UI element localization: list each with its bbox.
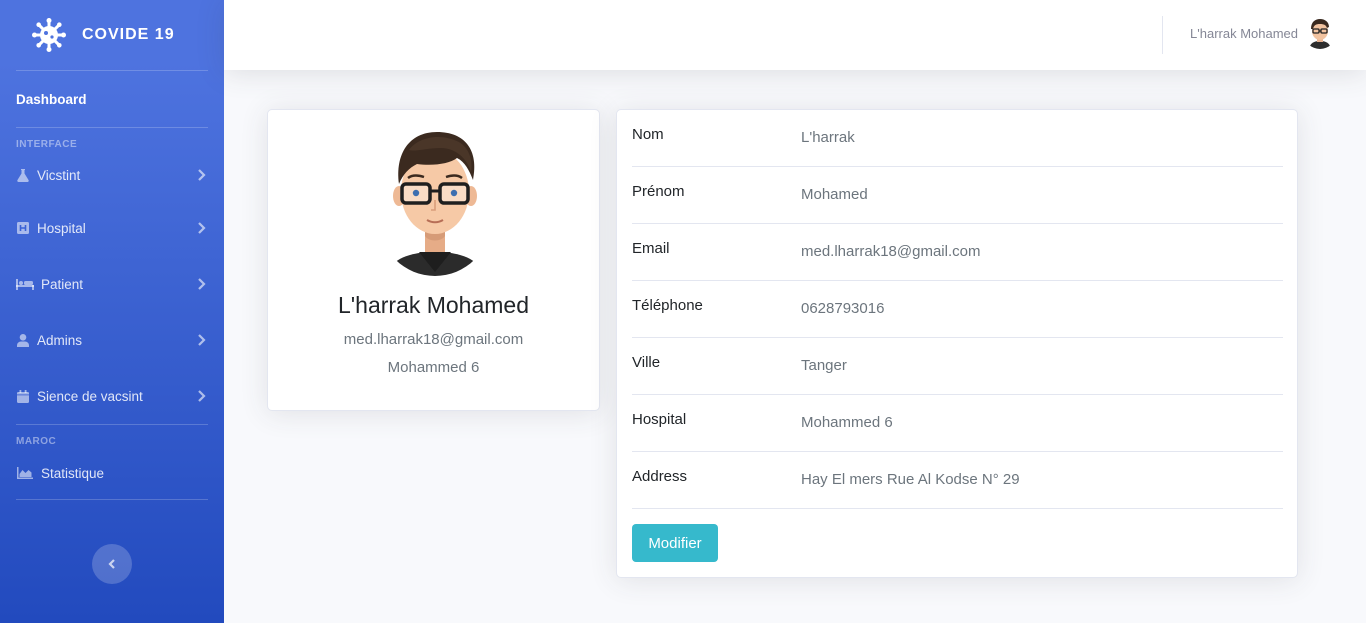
brand-name: COVIDE 19	[82, 26, 175, 43]
detail-value: Hay El mers Rue Al Kodse N° 29	[801, 471, 1020, 488]
sidebar-item-label: Sience de vacsint	[37, 388, 143, 404]
topbar-divider	[1162, 16, 1163, 54]
detail-row-email: Email med.lharrak18@gmail.com	[632, 224, 1283, 281]
sidebar-item-label: Patient	[41, 276, 84, 292]
detail-value: med.lharrak18@gmail.com	[801, 243, 981, 260]
detail-label: Nom	[632, 126, 664, 143]
profile-email: med.lharrak18@gmail.com	[343, 331, 524, 348]
detail-value: Mohammed 6	[801, 414, 893, 431]
detail-label: Prénom	[632, 183, 685, 200]
sidebar-item-sience-de-vacsint[interactable]: Sience de vacsint	[0, 368, 224, 424]
section-heading-interface: INTERFACE	[16, 139, 78, 150]
detail-row-prenom: Prénom Mohamed	[632, 167, 1283, 224]
section-heading-maroc: MAROC	[16, 436, 57, 447]
sidebar-divider	[16, 499, 208, 500]
user-icon	[16, 333, 30, 347]
details-card: Nom L'harrak Prénom Mohamed Email med.lh…	[616, 109, 1298, 578]
chevron-right-icon	[198, 390, 206, 402]
topbar: L'harrak Mohamed	[224, 0, 1366, 70]
detail-row-ville: Ville Tanger	[632, 338, 1283, 395]
brand[interactable]: COVIDE 19	[0, 0, 224, 70]
modifier-button[interactable]: Modifier	[632, 524, 718, 562]
detail-row-nom: Nom L'harrak	[632, 110, 1283, 167]
detail-label: Téléphone	[632, 297, 703, 314]
sidebar-item-vicstint[interactable]: Vicstint	[0, 150, 224, 200]
detail-row-address: Address Hay El mers Rue Al Kodse N° 29	[632, 452, 1283, 509]
hospital-icon	[16, 221, 30, 235]
topbar-user-name[interactable]: L'harrak Mohamed	[1190, 26, 1298, 41]
sidebar-item-label: Hospital	[37, 220, 86, 236]
sidebar-item-label: Statistique	[41, 465, 105, 481]
detail-label: Ville	[632, 354, 661, 371]
profile-avatar	[379, 132, 491, 276]
flask-icon	[16, 168, 30, 182]
chevron-right-icon	[198, 334, 206, 346]
sidebar-item-hospital[interactable]: Hospital	[0, 200, 224, 256]
sidebar-item-statistique[interactable]: Statistique	[0, 447, 224, 499]
avatar[interactable]	[1304, 17, 1336, 49]
calendar-icon	[16, 389, 30, 403]
detail-value: 0628793016	[801, 300, 885, 317]
sidebar-item-label: Admins	[37, 332, 83, 348]
sidebar-item-label: Vicstint	[37, 167, 81, 183]
profile-hospital: Mohammed 6	[387, 359, 480, 376]
chevron-right-icon	[198, 222, 206, 234]
detail-label: Email	[632, 240, 670, 257]
virus-icon	[32, 18, 66, 52]
chevron-left-icon	[108, 559, 115, 569]
profile-card: L'harrak Mohamed med.lharrak18@gmail.com…	[267, 109, 600, 411]
detail-row-telephone: Téléphone 0628793016	[632, 281, 1283, 338]
bed-icon	[16, 277, 34, 291]
user-avatar-icon	[1309, 19, 1331, 49]
profile-name: L'harrak Mohamed	[337, 292, 530, 318]
sidebar: COVIDE 19 Dashboard INTERFACE Vicstint H…	[0, 0, 224, 623]
detail-value: L'harrak	[801, 129, 855, 146]
sidebar-item-dashboard[interactable]: Dashboard	[0, 71, 224, 127]
chevron-right-icon	[198, 278, 206, 290]
sidebar-item-admins[interactable]: Admins	[0, 312, 224, 368]
detail-value: Mohamed	[801, 186, 868, 203]
sidebar-item-patient[interactable]: Patient	[0, 256, 224, 312]
detail-label: Hospital	[632, 411, 687, 428]
detail-label: Address	[632, 468, 688, 485]
detail-value: Tanger	[801, 357, 847, 374]
area-chart-icon	[16, 466, 34, 480]
detail-row-hospital: Hospital Mohammed 6	[632, 395, 1283, 452]
sidebar-toggle-button[interactable]	[92, 544, 132, 584]
chevron-right-icon	[198, 169, 206, 181]
